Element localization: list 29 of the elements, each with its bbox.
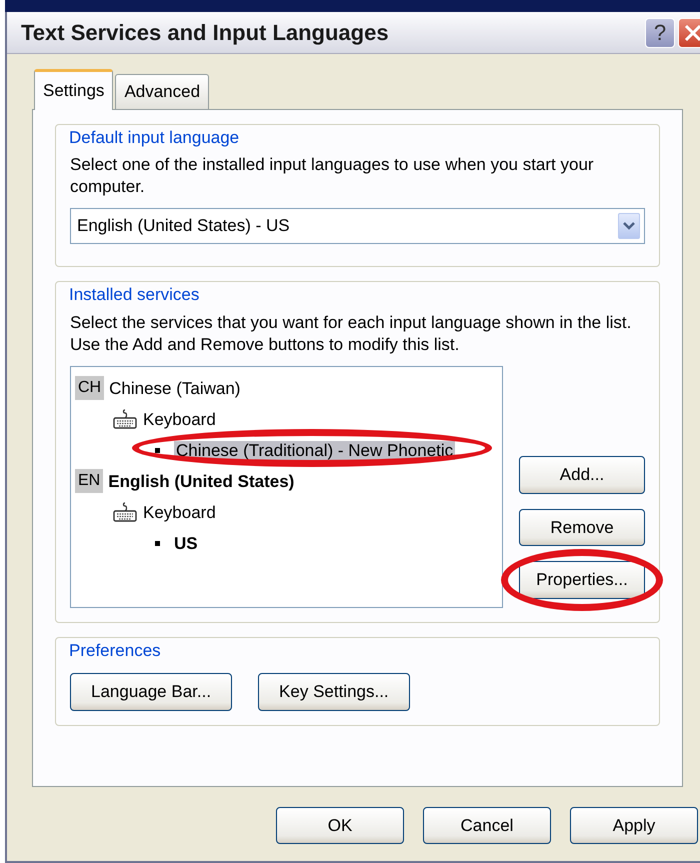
tree-item[interactable]: Keyboard <box>143 500 216 526</box>
language-dropdown[interactable]: English (United States) - US <box>70 208 645 244</box>
tab[interactable]: Advanced <box>115 74 210 108</box>
dialog-button[interactable]: Remove <box>519 508 645 546</box>
bullet-icon <box>155 540 160 546</box>
tree-item[interactable]: US <box>174 534 198 553</box>
close-button[interactable] <box>678 18 700 48</box>
dialog-button[interactable]: Properties... <box>519 561 645 599</box>
keyboard-icon <box>113 502 137 522</box>
tree-item[interactable]: Chinese (Traditional) - New Phonetic <box>174 440 456 460</box>
dialog-button[interactable]: Language Bar... <box>70 673 232 711</box>
dialog-button[interactable]: OK <box>276 806 404 844</box>
dialog-button[interactable]: Add... <box>519 456 645 494</box>
close-icon <box>683 22 700 42</box>
dialog-button[interactable]: Key Settings... <box>258 673 410 711</box>
tree-item[interactable]: Chinese (Taiwan) <box>109 376 240 402</box>
tree-item[interactable]: English (United States) <box>108 468 294 494</box>
dialog-button[interactable]: Cancel <box>423 806 551 844</box>
tab[interactable]: Settings <box>34 69 114 110</box>
window-title: Text Services and Input Languages <box>21 19 390 47</box>
language-code: CH <box>75 376 104 400</box>
tree-item[interactable]: Keyboard <box>143 406 216 432</box>
bullet-icon <box>155 448 160 453</box>
keyboard-icon <box>113 409 137 430</box>
language-code: EN <box>75 469 104 494</box>
description-text: Select one of the installed input languages to use when you start your computer. <box>70 154 595 198</box>
description-text: Select the services that you want for each input language shown in the list. Use the Add and Remove buttons to modify this list. <box>70 312 632 356</box>
help-button[interactable]: ? <box>645 18 675 48</box>
dialog-button[interactable]: Apply <box>570 806 698 844</box>
